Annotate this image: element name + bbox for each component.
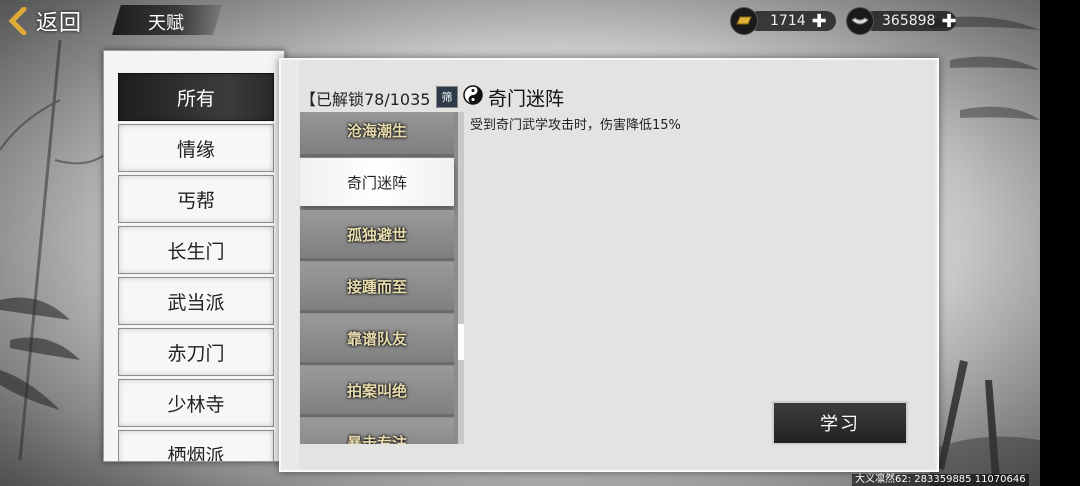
category-all[interactable]: 所有: [118, 73, 274, 121]
add-silver-button[interactable]: ✚: [941, 11, 956, 32]
category-shaolin[interactable]: 少林寺: [118, 379, 274, 427]
talent-list-scrollbar[interactable]: [458, 112, 464, 444]
chevron-left-icon: [8, 7, 27, 35]
talent-item[interactable]: 孤独避世: [300, 210, 454, 261]
talent-item[interactable]: 接踵而至: [300, 262, 454, 313]
gold-currency: 1714 ✚: [730, 7, 836, 35]
silver-value: 365898: [882, 13, 936, 29]
category-wudang[interactable]: 武当派: [118, 277, 274, 325]
talent-item[interactable]: 拍案叫绝: [300, 366, 454, 417]
learn-button[interactable]: 学习: [772, 401, 908, 445]
page-title: 天赋: [148, 13, 184, 34]
back-button[interactable]: 返回: [8, 6, 82, 36]
category-chidao[interactable]: 赤刀门: [118, 328, 274, 376]
back-label: 返回: [36, 11, 83, 36]
talent-item[interactable]: 沧海潮生: [300, 112, 454, 157]
player-info-footer: 大义凛然62: 283359885 11070646: [852, 474, 1029, 486]
gold-ingot-icon: [730, 7, 758, 35]
selected-talent-description: 受到奇门武学攻击时，伤害降低15%: [470, 118, 681, 133]
unlock-count: 【已解锁78/1035: [300, 90, 431, 109]
category-beggar-sect[interactable]: 丐帮: [118, 175, 274, 223]
category-qiyan[interactable]: 栖烟派: [118, 430, 274, 461]
category-changsheng[interactable]: 长生门: [118, 226, 274, 274]
silver-ingot-icon: [846, 7, 874, 35]
gold-value: 1714: [770, 13, 806, 29]
talent-item[interactable]: 暴击专注: [300, 418, 454, 444]
category-panel: 所有 情缘 丐帮 长生门 武当派 赤刀门 少林寺 栖烟派: [103, 50, 285, 462]
scrollbar-thumb[interactable]: [458, 324, 464, 360]
talent-item-selected[interactable]: 奇门迷阵: [300, 158, 454, 206]
talent-item[interactable]: 靠谱队友: [300, 314, 454, 365]
talent-list[interactable]: 沧海潮生 奇门迷阵 孤独避世 接踵而至 靠谱队友 拍案叫绝 暴击专注: [300, 112, 458, 444]
category-romance[interactable]: 情缘: [118, 124, 274, 172]
screen-edge: [1040, 0, 1080, 486]
filter-button[interactable]: 筛: [436, 86, 458, 108]
add-gold-button[interactable]: ✚: [812, 11, 827, 32]
silver-currency: 365898 ✚: [846, 7, 957, 35]
selected-talent-name: 奇门迷阵: [488, 88, 565, 110]
taiji-talent-icon: [463, 85, 483, 105]
